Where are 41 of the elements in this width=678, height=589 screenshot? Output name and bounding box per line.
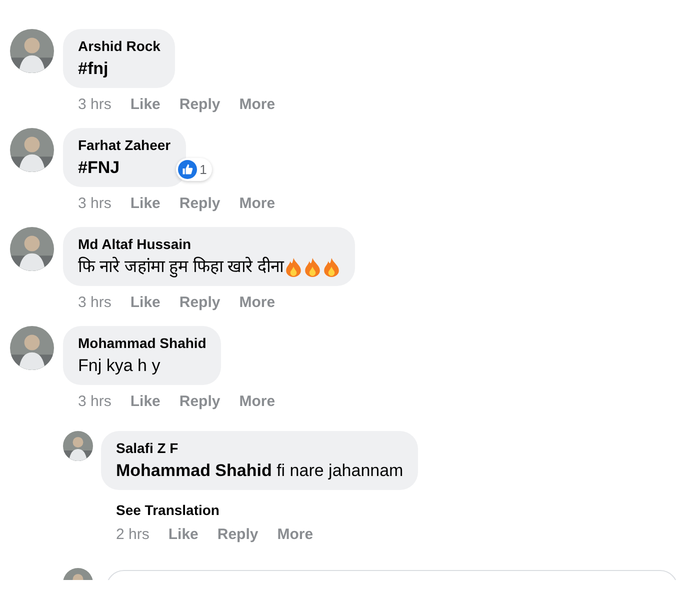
action-link[interactable]: Reply — [179, 294, 220, 312]
fire-icon — [304, 258, 322, 276]
reaction-badge[interactable]: 1 — [176, 158, 212, 181]
fire-icon — [323, 258, 340, 276]
author-name[interactable]: Md Altaf Hussain — [78, 235, 340, 253]
action-link[interactable]: Reply — [217, 526, 258, 544]
action-link[interactable]: Like — [130, 195, 160, 213]
comment-text: #fnj — [78, 58, 108, 80]
action-link[interactable]: Like — [130, 294, 160, 312]
timestamp: 3 hrs — [78, 393, 112, 411]
author-name[interactable]: Farhat Zaheer — [78, 136, 171, 154]
action-link[interactable]: More — [277, 526, 314, 544]
author-name[interactable]: Mohammad Shahid — [78, 334, 206, 352]
avatar — [10, 128, 54, 172]
avatar — [10, 326, 54, 370]
action-link[interactable]: Like — [130, 393, 160, 411]
action-link[interactable]: Reply — [179, 96, 220, 114]
action-link[interactable]: More — [239, 195, 276, 213]
action-link[interactable]: More — [239, 294, 276, 312]
action-link[interactable]: Like — [168, 526, 198, 544]
avatar — [10, 29, 54, 73]
avatar — [63, 431, 93, 461]
timestamp: 3 hrs — [78, 96, 112, 114]
comment-text: Fnj kya h y — [78, 355, 160, 377]
author-name[interactable]: Salafi Z F — [116, 439, 404, 457]
action-link[interactable]: Reply — [179, 195, 220, 213]
comment-text: #FNJ — [78, 157, 120, 179]
timestamp: 2 hrs — [116, 526, 150, 544]
action-link[interactable]: Like — [130, 96, 160, 114]
author-name[interactable]: Arshid Rock — [78, 37, 160, 55]
action-link[interactable]: More — [239, 393, 276, 411]
action-link[interactable]: More — [239, 96, 276, 114]
comment-text: फि नारे जहांमा हुम फिहा खारे दीना — [78, 256, 284, 278]
action-link[interactable]: Reply — [179, 393, 220, 411]
thumbs-up-icon — [178, 160, 197, 179]
comment-text: Mohammad Shahid fi nare jahannam — [116, 460, 404, 482]
timestamp: 3 hrs — [78, 195, 112, 213]
avatar — [10, 227, 54, 271]
fire-icon — [285, 258, 302, 276]
timestamp: 3 hrs — [78, 294, 112, 312]
see-translation-link[interactable]: See Translation — [116, 502, 418, 518]
